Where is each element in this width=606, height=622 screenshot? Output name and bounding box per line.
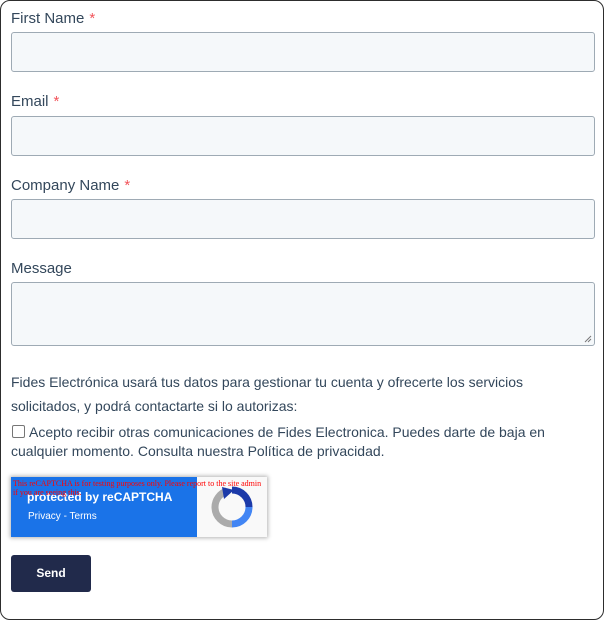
- send-button[interactable]: Send: [11, 555, 91, 592]
- consent-checkbox[interactable]: [12, 425, 25, 438]
- recaptcha-logo-icon: [211, 486, 253, 528]
- message-label-text: Message: [11, 260, 72, 277]
- consent-text: Acepto recibir otras comunicaciones de F…: [11, 424, 545, 459]
- email-label-text: Email: [11, 93, 49, 110]
- recaptcha-privacy-link[interactable]: Privacy: [28, 511, 61, 522]
- privacy-notice: Fides Electrónica usará tus datos para g…: [11, 374, 524, 414]
- first-name-input[interactable]: [11, 32, 595, 72]
- consent-row: Acepto recibir otras comunicaciones de F…: [11, 423, 591, 461]
- company-name-label: Company Name *: [11, 177, 130, 194]
- first-name-label: First Name *: [11, 10, 95, 27]
- message-textarea[interactable]: [11, 282, 595, 346]
- recaptcha-terms-link[interactable]: Terms: [70, 511, 97, 522]
- recaptcha-badge: protected by reCAPTCHA Privacy - Terms T…: [11, 477, 267, 537]
- required-asterisk: *: [124, 177, 131, 194]
- recaptcha-links: Privacy - Terms: [28, 511, 97, 522]
- required-asterisk: *: [89, 10, 96, 27]
- recaptcha-separator: -: [63, 511, 67, 522]
- email-label: Email *: [11, 93, 59, 110]
- company-name-input[interactable]: [11, 199, 595, 239]
- message-label: Message: [11, 260, 72, 277]
- resize-handle-icon[interactable]: [584, 335, 592, 343]
- email-input[interactable]: [11, 116, 595, 156]
- first-name-label-text: First Name: [11, 10, 85, 27]
- company-name-label-text: Company Name: [11, 177, 120, 194]
- required-asterisk: *: [53, 93, 60, 110]
